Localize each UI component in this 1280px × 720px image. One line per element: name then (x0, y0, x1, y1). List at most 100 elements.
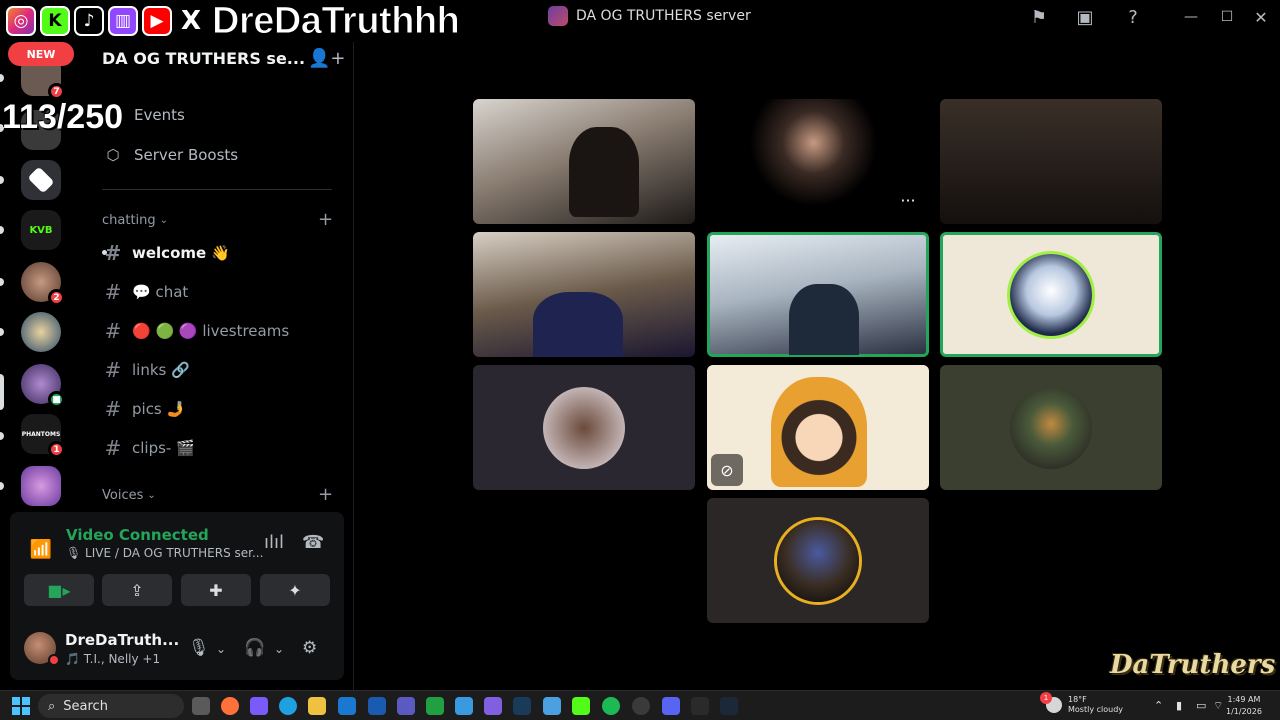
avatar (543, 386, 625, 469)
help-icon[interactable]: ? (1120, 4, 1146, 30)
search-icon: ⌕ (48, 698, 56, 714)
participant-tile-1[interactable] (473, 99, 695, 224)
app-icon[interactable] (513, 697, 531, 715)
discord-icon[interactable] (662, 697, 680, 715)
server-icon-3[interactable] (21, 160, 61, 200)
tiktok-icon: ♪ (74, 6, 104, 36)
firefox-icon[interactable] (221, 697, 239, 715)
create-channel-button[interactable]: + (318, 484, 333, 505)
channel-chat[interactable]: # 💬 chat (104, 280, 189, 304)
participant-tile-5[interactable] (707, 232, 929, 357)
category-voices[interactable]: Voices ⌄ (102, 488, 156, 503)
screen-share-button[interactable]: ⇪ (102, 574, 172, 606)
video-stage: ··· ⊘ (355, 34, 1280, 690)
weather-alert-badge: 1 (1040, 692, 1052, 704)
microphone-icon[interactable]: 🎙 (188, 638, 210, 658)
app-icon[interactable] (455, 697, 473, 715)
clock-time: 1:49 AM (1227, 695, 1261, 704)
participant-tile-2[interactable]: ··· (707, 99, 929, 224)
username[interactable]: DreDaTruth... (65, 631, 179, 649)
participant-tile-6[interactable] (940, 232, 1162, 357)
soundboard-button[interactable]: ✦ (260, 574, 330, 606)
soundboard-icon: ✦ (288, 580, 302, 600)
participant-video (789, 284, 859, 355)
app-icon[interactable] (691, 697, 709, 715)
flag-icon[interactable]: ⚑ (1026, 4, 1052, 30)
signal-icon[interactable]: 📶 (24, 532, 58, 566)
channel-links[interactable]: # links 🔗 (104, 358, 190, 382)
disconnect-icon[interactable]: ☎ (302, 532, 324, 553)
minimize-button[interactable]: — (1178, 4, 1204, 30)
participant-tile-7[interactable] (473, 365, 695, 490)
server-icon-9[interactable] (21, 466, 61, 506)
taskbar-search[interactable]: ⌕ Search (38, 694, 184, 718)
outlook-icon[interactable] (368, 697, 386, 715)
clock[interactable]: 1:49 AM 1/1/2026 (1226, 694, 1262, 718)
display-icon[interactable]: ▭ (1196, 699, 1206, 712)
camera-button[interactable]: ■▸ (24, 574, 94, 606)
weather-temp: 18°F (1068, 695, 1087, 704)
chevron-down-icon[interactable]: ⌄ (216, 642, 226, 656)
channel-label: 🔴 🟢 🟣 livestreams (132, 322, 290, 340)
teams-icon[interactable] (397, 697, 415, 715)
gear-icon[interactable]: ⚙ (302, 638, 317, 658)
copilot-icon[interactable] (250, 697, 268, 715)
channel-clips[interactable]: # clips- 🎬 (104, 436, 195, 460)
category-chatting[interactable]: chatting ⌄ (102, 213, 168, 228)
spotify-icon[interactable] (602, 697, 620, 715)
app-icon[interactable] (426, 697, 444, 715)
more-options-icon[interactable]: ··· (895, 192, 921, 214)
video-badge: ■ (48, 391, 65, 408)
participant-tile-9[interactable] (940, 365, 1162, 490)
add-member-icon[interactable]: 👤+ (308, 48, 346, 69)
close-button[interactable]: ✕ (1248, 4, 1274, 30)
kick-app-icon[interactable] (572, 697, 590, 715)
network-icon[interactable]: ⌔ (1213, 699, 1223, 713)
nav-server-boosts[interactable]: ⬡ Server Boosts (104, 146, 238, 164)
chevron-up-icon[interactable]: ⌃ (1154, 699, 1163, 712)
app-tray-icon[interactable]: ▮ (1176, 699, 1182, 712)
search-label: Search (63, 698, 108, 714)
server-icon-phantoms[interactable]: PHANTOMS 1 (21, 414, 65, 458)
weather-widget[interactable]: 1 18°F Mostly cloudy (1040, 692, 1123, 715)
stream-overlay: ◎ K ♪ ▥ ▶ X DreDaTruthhh (0, 0, 478, 42)
activities-button[interactable]: ✚ (181, 574, 251, 606)
soundboard-icon[interactable]: ılıl (264, 532, 284, 553)
activities-icon: ✚ (209, 580, 223, 600)
create-channel-button[interactable]: + (318, 209, 333, 230)
user-panel: DreDaTruth... 🎵 T.I., Nelly +1 🎙 ⌄ 🎧 ⌄ ⚙ (10, 618, 344, 678)
window-title: DA OG TRUTHERS server (548, 6, 751, 26)
maximize-button[interactable]: ☐ (1214, 4, 1240, 30)
participant-tile-3[interactable] (940, 99, 1162, 224)
participant-video (569, 127, 639, 217)
voice-channel[interactable]: 🎙 LIVE / DA OG TRUTHERS ser... (66, 546, 263, 560)
store-icon[interactable] (338, 697, 356, 715)
channel-welcome[interactable]: # welcome 👋 (102, 241, 230, 265)
app-icon[interactable] (543, 697, 561, 715)
server-icon-5[interactable]: 2 (21, 262, 65, 306)
headphones-icon[interactable]: 🎧 (244, 638, 265, 658)
server-icon-7[interactable]: ■ (21, 364, 65, 408)
server-icon-kvb[interactable]: KVB (21, 210, 61, 250)
steam-icon[interactable] (720, 697, 738, 715)
app-icon[interactable] (484, 697, 502, 715)
channel-livestreams[interactable]: # 🔴 🟢 🟣 livestreams (104, 319, 290, 343)
file-explorer-icon[interactable] (308, 697, 326, 715)
chevron-down-icon[interactable]: ⌄ (274, 642, 284, 656)
participant-tile-4[interactable] (473, 232, 695, 357)
inbox-icon[interactable]: ▣ (1072, 4, 1098, 30)
taskbar: ⌕ Search 1 18°F Mostly cloudy ⌃ ▮ ▭ ⌔ 🔊 … (0, 690, 1280, 720)
mention-badge: 1 (48, 441, 65, 458)
server-header[interactable]: DA OG TRUTHERS se... ⌄ (102, 49, 323, 68)
participant-tile-10[interactable] (707, 498, 929, 623)
channel-pics[interactable]: # pics 🤳 (104, 397, 186, 421)
unread-indicator (0, 278, 4, 286)
app-icon[interactable] (632, 697, 650, 715)
voice-status[interactable]: Video Connected (66, 526, 209, 544)
edge-icon[interactable] (279, 697, 297, 715)
windows-start-icon[interactable] (12, 697, 30, 715)
unread-indicator (0, 432, 4, 440)
participant-tile-8[interactable]: ⊘ (707, 365, 929, 490)
server-icon-6[interactable] (21, 312, 61, 352)
task-view-icon[interactable] (192, 697, 210, 715)
